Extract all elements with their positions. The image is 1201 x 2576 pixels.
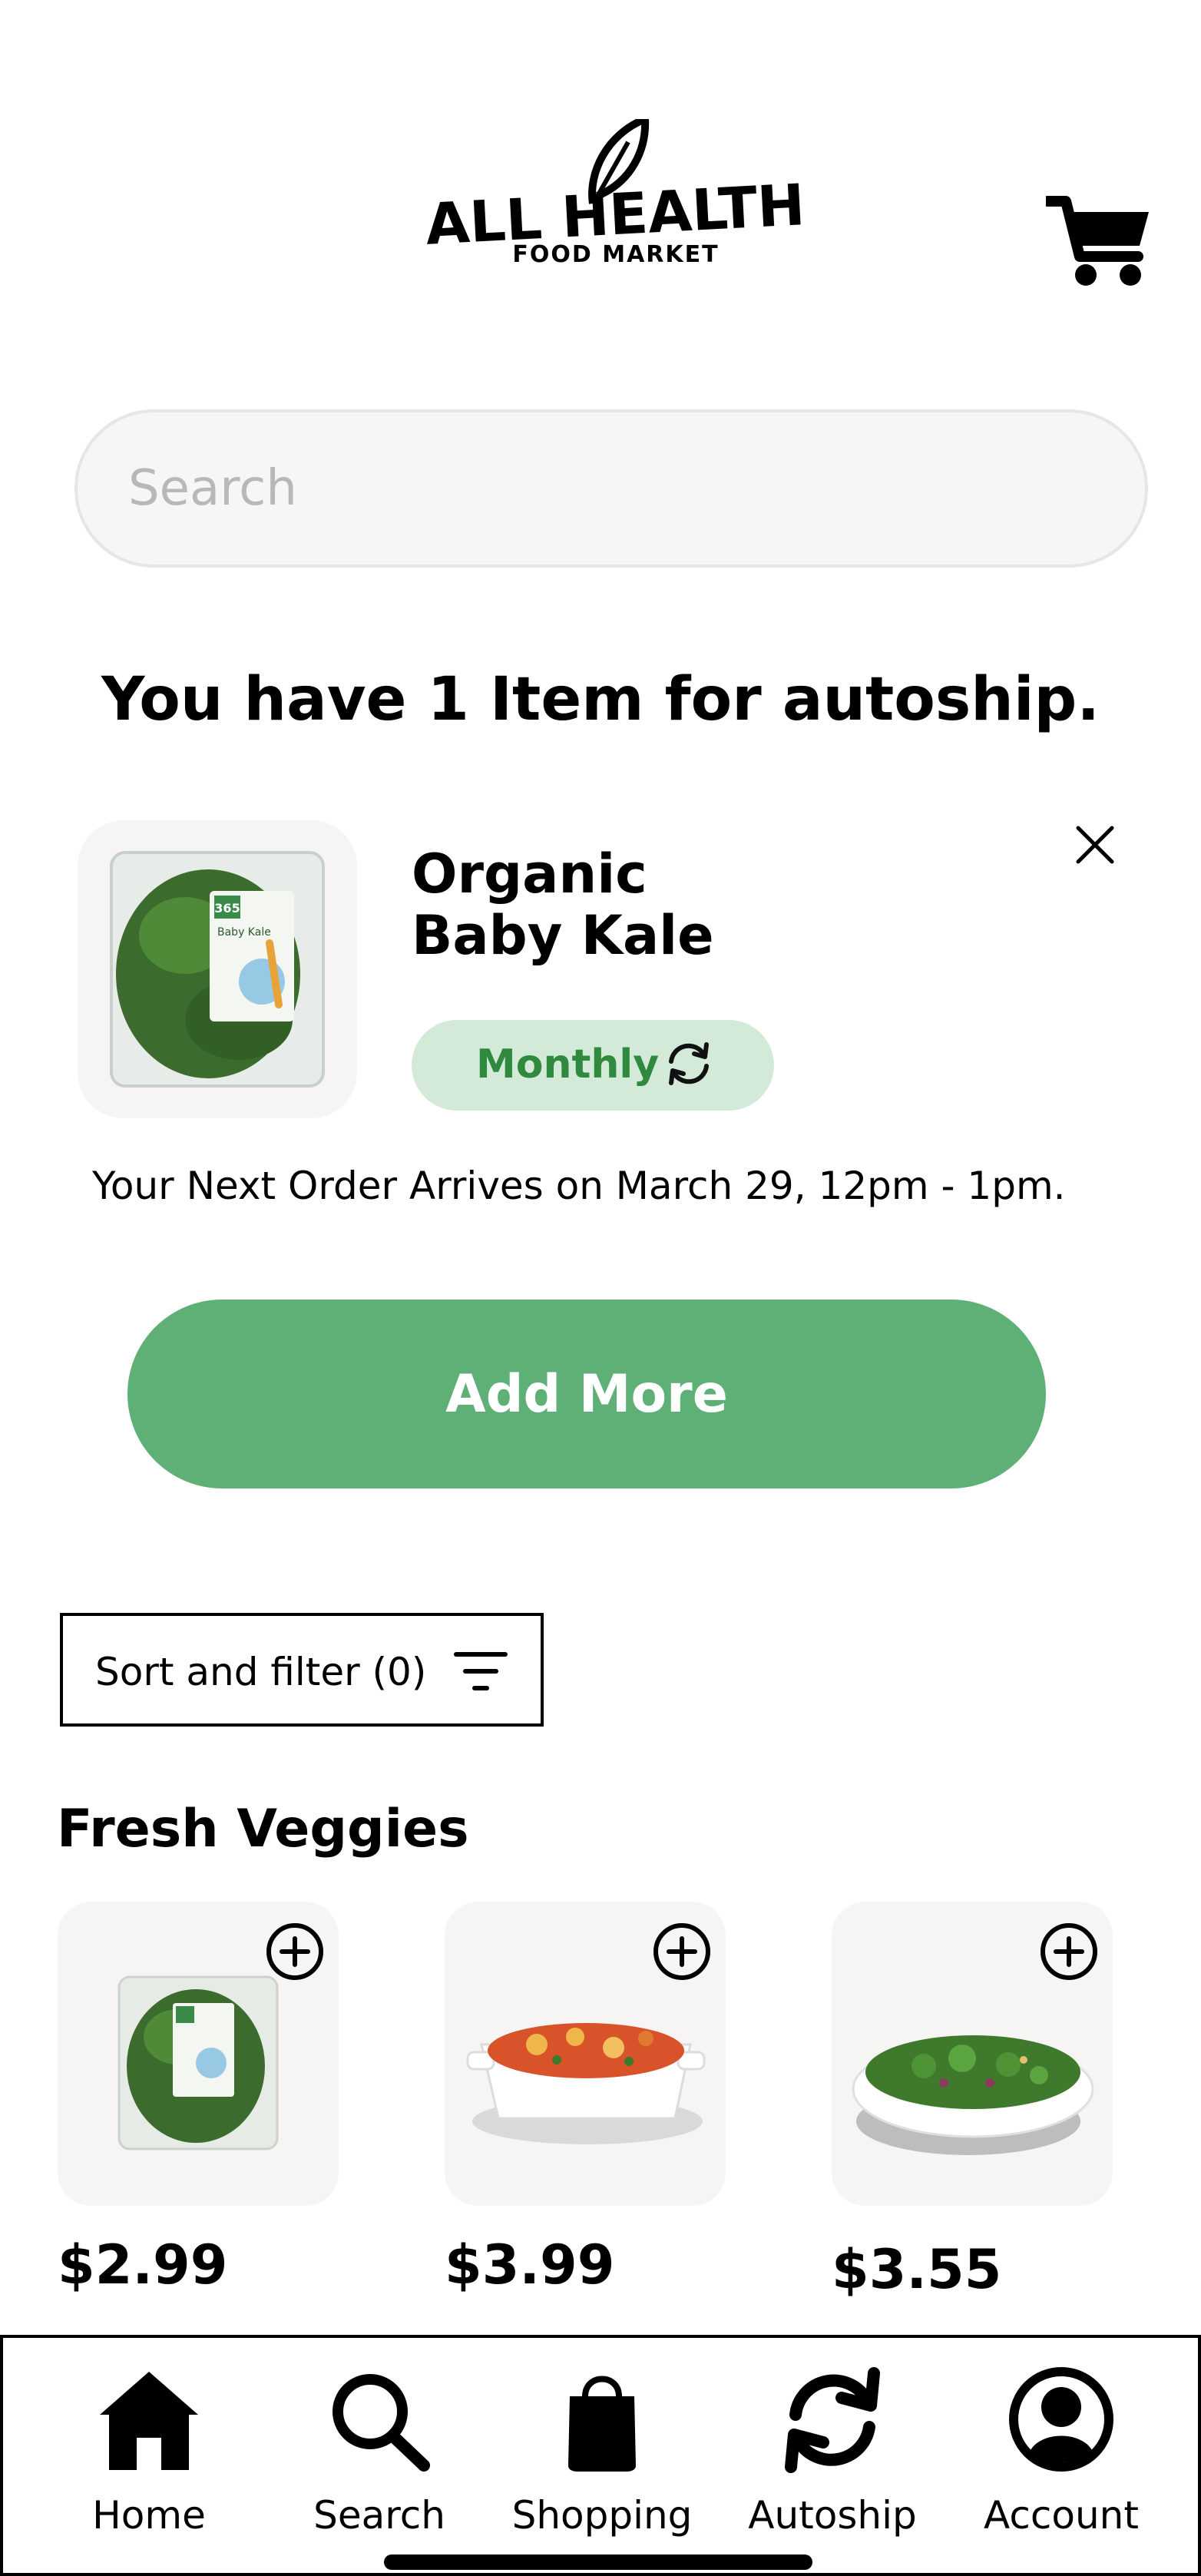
autoship-item-image[interactable]: 365 Baby Kale [78, 820, 357, 1118]
next-order-text: Your Next Order Arrives on March 29, 12p… [92, 1164, 1066, 1208]
home-indicator [384, 2554, 812, 2570]
sort-filter-label: Sort and filter (0) [95, 1650, 427, 1694]
frequency-label: Monthly [476, 1041, 660, 1088]
refresh-icon [669, 1042, 709, 1085]
add-product-icon[interactable] [1039, 1922, 1099, 1982]
product-price-1: $2.99 [58, 2233, 228, 2296]
product-card-3[interactable] [832, 1902, 1113, 2206]
search-icon [333, 2374, 430, 2472]
bottom-nav: Home Search Shopping Autoship Account [0, 2335, 1201, 2576]
nav-label-home: Home [92, 2493, 206, 2538]
nav-item-shopping[interactable]: Shopping [487, 2338, 717, 2576]
shopping-bag-icon [568, 2376, 636, 2472]
refresh-icon [785, 2367, 880, 2473]
account-icon [1009, 2367, 1113, 2472]
frequency-pill[interactable]: Monthly [412, 1020, 774, 1111]
nav-item-search[interactable]: Search [264, 2338, 495, 2576]
product-price-3: $3.55 [832, 2238, 1002, 2301]
sort-filter-button[interactable]: Sort and filter (0) [60, 1613, 544, 1727]
add-more-button[interactable]: Add More [127, 1300, 1046, 1488]
product-card-1[interactable] [58, 1902, 339, 2206]
product-price-2: $3.99 [445, 2233, 615, 2296]
section-title: Fresh Veggies [57, 1799, 469, 1859]
item-name-line2: Baby Kale [412, 904, 714, 967]
nav-label-shopping: Shopping [511, 2493, 693, 2538]
item-name-line1: Organic [412, 843, 647, 906]
package-badge: 365 [214, 901, 240, 916]
search-input[interactable] [74, 409, 1148, 568]
home-icon [100, 2372, 198, 2470]
cart-icon[interactable] [1046, 192, 1150, 289]
add-product-icon[interactable] [265, 1922, 325, 1982]
close-icon[interactable] [1074, 823, 1117, 866]
nav-item-autoship[interactable]: Autoship [717, 2338, 948, 2576]
nav-label-autoship: Autoship [748, 2493, 917, 2538]
autoship-item-name: Organic Baby Kale [412, 843, 714, 966]
logo-subtitle: FOOD MARKET [512, 241, 719, 268]
nav-label-search: Search [313, 2493, 445, 2538]
autoship-headline: You have 1 Item for autoship. [101, 665, 1100, 734]
kale-package-image: 365 Baby Kale [110, 851, 325, 1088]
nav-item-home[interactable]: Home [34, 2338, 264, 2576]
nav-item-account[interactable]: Account [946, 2338, 1176, 2576]
filter-icon [454, 1652, 508, 1690]
add-product-icon[interactable] [652, 1922, 712, 1982]
nav-label-account: Account [984, 2493, 1139, 2538]
package-label: Baby Kale [217, 926, 271, 939]
product-card-2[interactable] [445, 1902, 726, 2206]
store-logo[interactable]: ALL HEALTH FOOD MARKET [415, 119, 814, 273]
